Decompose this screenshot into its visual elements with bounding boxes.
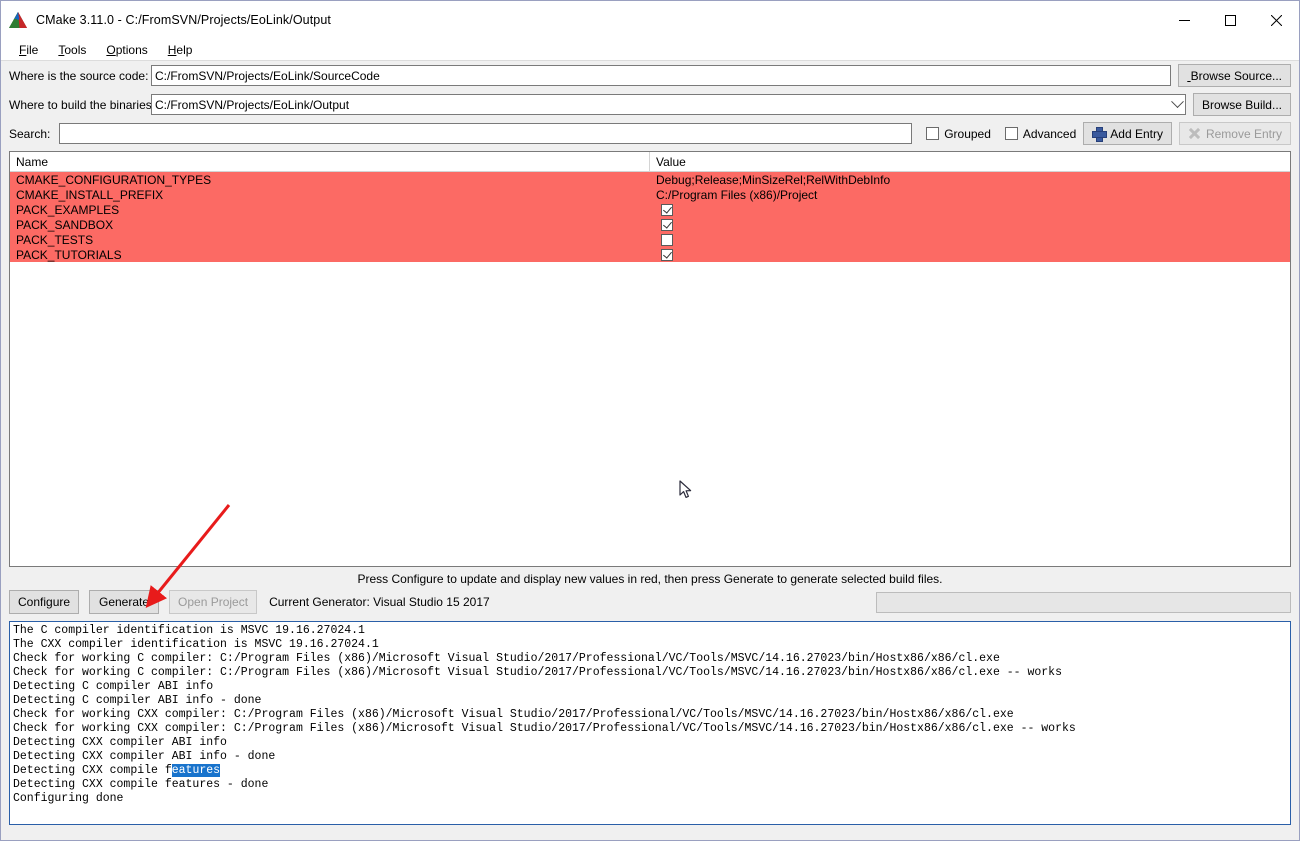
minimize-button[interactable]: [1161, 1, 1207, 39]
cell-checkbox[interactable]: [661, 233, 673, 246]
log-line: The CXX compiler identification is MSVC …: [13, 638, 379, 651]
menu-bar: File Tools Options Help: [1, 39, 1299, 61]
cell-name: CMAKE_INSTALL_PREFIX: [16, 187, 164, 202]
open-project-label: Open Project: [178, 595, 249, 609]
log-line: Check for working C compiler: C:/Program…: [13, 666, 1062, 679]
column-header-name[interactable]: Name: [10, 152, 650, 171]
plus-icon: [1092, 127, 1108, 142]
cell-name: CMAKE_CONFIGURATION_TYPES: [16, 172, 212, 187]
cell-value[interactable]: C:/Program Files (x86)/Project: [650, 187, 1290, 202]
menu-help-rest: elp: [176, 42, 193, 57]
generate-button[interactable]: Generate: [89, 590, 160, 614]
menu-tools[interactable]: Tools: [48, 41, 96, 59]
browse-source-label: Browse Source...: [1190, 68, 1282, 83]
cell-checkbox[interactable]: [661, 248, 673, 261]
cell-checkbox[interactable]: [661, 218, 673, 231]
log-line: Detecting CXX compiler ABI info: [13, 736, 227, 749]
table-row[interactable]: PACK_SANDBOX: [10, 217, 1290, 232]
menu-file[interactable]: File: [9, 41, 48, 59]
source-path-input[interactable]: [151, 65, 1172, 86]
progress-bar: [876, 591, 1291, 613]
log-line: Check for working C compiler: C:/Program…: [13, 652, 1000, 665]
cell-value[interactable]: [650, 217, 1290, 232]
build-path-label: Where to build the binaries:: [9, 97, 156, 112]
cmake-logo-icon: [8, 11, 28, 29]
log-body: The C compiler identification is MSVC 19…: [13, 624, 1290, 806]
log-line: The C compiler identification is MSVC 19…: [13, 624, 365, 637]
status-hint-text: Press Configure to update and display ne…: [357, 572, 943, 586]
table-row[interactable]: PACK_EXAMPLES: [10, 202, 1290, 217]
menu-help[interactable]: Help: [158, 41, 203, 59]
advanced-label: Advanced: [1022, 126, 1077, 141]
table-row[interactable]: PACK_TESTS: [10, 232, 1290, 247]
search-row: Search: Grouped Advanced Add Entry Remov…: [1, 119, 1299, 148]
search-label: Search:: [9, 126, 51, 141]
toolbar-area: Where is the source code: Browse Source.…: [1, 61, 1299, 148]
advanced-checkbox-box: [1004, 127, 1018, 140]
cache-entries-table[interactable]: Name Value CMAKE_CONFIGURATION_TYPES Debu…: [9, 151, 1291, 567]
cell-value[interactable]: [650, 202, 1290, 217]
menu-options-rest: ptions: [115, 42, 148, 57]
advanced-checkbox[interactable]: Advanced: [1004, 126, 1077, 141]
build-path-combo[interactable]: [151, 94, 1186, 115]
current-generator-text: Current Generator: Visual Studio 15 2017: [269, 595, 490, 609]
grouped-checkbox[interactable]: Grouped: [926, 127, 991, 141]
log-output-panel[interactable]: The C compiler identification is MSVC 19…: [9, 621, 1291, 825]
remove-entry-button[interactable]: Remove Entry: [1178, 122, 1291, 145]
table-row[interactable]: PACK_TUTORIALS: [10, 247, 1290, 262]
cell-name: PACK_SANDBOX: [16, 217, 114, 232]
cell-value[interactable]: Debug;Release;MinSizeRel;RelWithDebInfo: [650, 172, 1290, 187]
remove-x-icon: [1188, 127, 1201, 140]
generate-label: Generate: [99, 595, 150, 609]
menu-tools-rest: ools: [64, 42, 87, 57]
configure-button[interactable]: Configure: [9, 590, 80, 614]
log-line: Configuring done: [13, 792, 124, 805]
browse-source-button[interactable]: Browse Source...: [1178, 64, 1291, 87]
add-entry-button[interactable]: Add Entry: [1083, 122, 1172, 145]
cell-value[interactable]: [650, 247, 1290, 262]
log-line: Check for working CXX compiler: C:/Progr…: [13, 722, 1076, 735]
browse-build-label: Browse Build...: [1201, 97, 1282, 112]
window-title: CMake 3.11.0 - C:/FromSVN/Projects/EoLin…: [36, 13, 331, 27]
log-line: Detecting CXX compiler ABI info - done: [13, 750, 276, 763]
log-line: Check for working CXX compiler: C:/Progr…: [13, 708, 1014, 721]
source-path-label: Where is the source code:: [9, 68, 149, 83]
table-row[interactable]: CMAKE_CONFIGURATION_TYPES Debug;Release;M…: [10, 172, 1290, 187]
log-selected-text: eatures: [171, 764, 221, 777]
log-line: Detecting C compiler ABI info: [13, 680, 214, 693]
cmake-gui-window: CMake 3.11.0 - C:/FromSVN/Projects/EoLin…: [0, 0, 1300, 841]
source-path-row: Where is the source code: Browse Source.…: [1, 61, 1299, 90]
browse-build-button[interactable]: Browse Build...: [1192, 93, 1291, 116]
window-controls: [1161, 1, 1299, 39]
build-path-input[interactable]: [151, 94, 1186, 115]
log-line: Detecting CXX compile features - done: [13, 778, 269, 791]
add-entry-label: Add Entry: [1110, 126, 1163, 141]
grouped-label: Grouped: [944, 126, 991, 141]
cell-name: PACK_TESTS: [16, 232, 94, 247]
maximize-button[interactable]: [1207, 1, 1253, 39]
title-bar: CMake 3.11.0 - C:/FromSVN/Projects/EoLin…: [1, 1, 1299, 39]
table-header-row: Name Value: [10, 152, 1290, 172]
build-path-row: Where to build the binaries: Browse Buil…: [1, 90, 1299, 119]
table-body: CMAKE_CONFIGURATION_TYPES Debug;Release;M…: [10, 172, 1290, 262]
action-button-row: Configure Generate Open Project Current …: [1, 587, 1299, 617]
cell-checkbox[interactable]: [661, 203, 673, 216]
column-header-value[interactable]: Value: [650, 152, 1290, 171]
menu-options[interactable]: Options: [96, 41, 157, 59]
search-input[interactable]: [59, 123, 913, 144]
remove-entry-label: Remove Entry: [1205, 126, 1282, 141]
cell-value[interactable]: [650, 232, 1290, 247]
grouped-checkbox-box: [926, 127, 940, 140]
log-line: Detecting CXX compile features: [13, 764, 221, 777]
open-project-button[interactable]: Open Project: [169, 590, 258, 614]
cell-name: PACK_EXAMPLES: [16, 202, 120, 217]
log-line: Detecting C compiler ABI info - done: [13, 694, 262, 707]
cell-name: PACK_TUTORIALS: [16, 247, 122, 262]
configure-label: Configure: [18, 595, 71, 609]
close-button[interactable]: [1253, 1, 1299, 39]
table-row[interactable]: CMAKE_INSTALL_PREFIX C:/Program Files (x8…: [10, 187, 1290, 202]
menu-file-rest: ile: [26, 42, 39, 57]
